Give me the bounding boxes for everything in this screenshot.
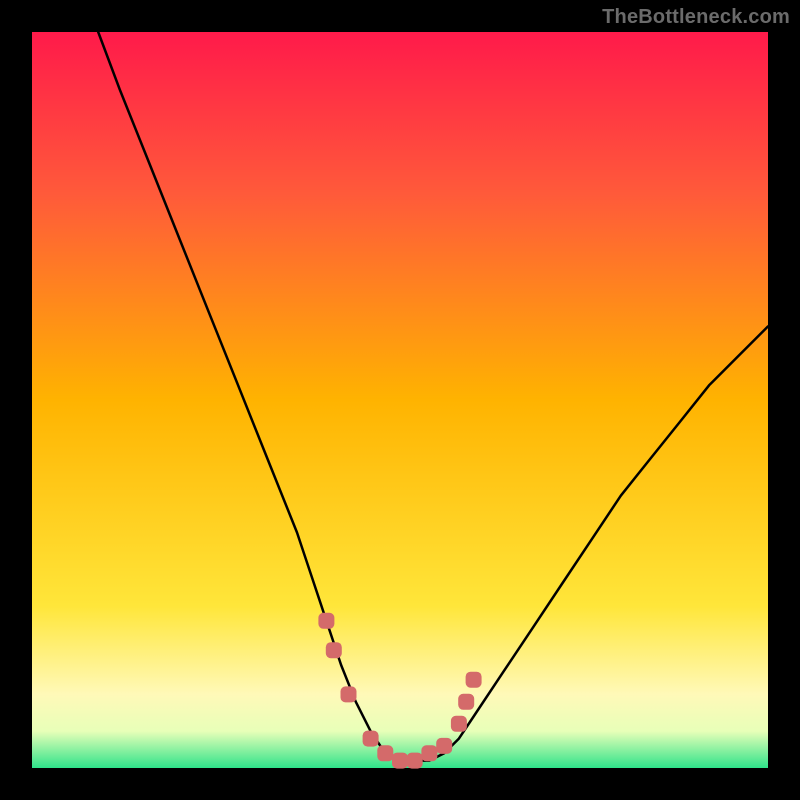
curve-marker	[392, 753, 408, 769]
curve-marker	[377, 745, 393, 761]
curve-marker	[451, 716, 467, 732]
curve-marker	[318, 613, 334, 629]
bottleneck-curve	[32, 32, 768, 768]
curve-marker	[363, 731, 379, 747]
plot-area	[32, 32, 768, 768]
curve-marker	[407, 753, 423, 769]
curve-marker	[326, 642, 342, 658]
curve-marker	[466, 672, 482, 688]
curve-marker	[341, 686, 357, 702]
curve-marker	[436, 738, 452, 754]
chart-frame: TheBottleneck.com	[0, 0, 800, 800]
curve-marker	[458, 694, 474, 710]
watermark-text: TheBottleneck.com	[602, 6, 790, 29]
curve-path	[98, 32, 768, 761]
curve-marker	[421, 745, 437, 761]
